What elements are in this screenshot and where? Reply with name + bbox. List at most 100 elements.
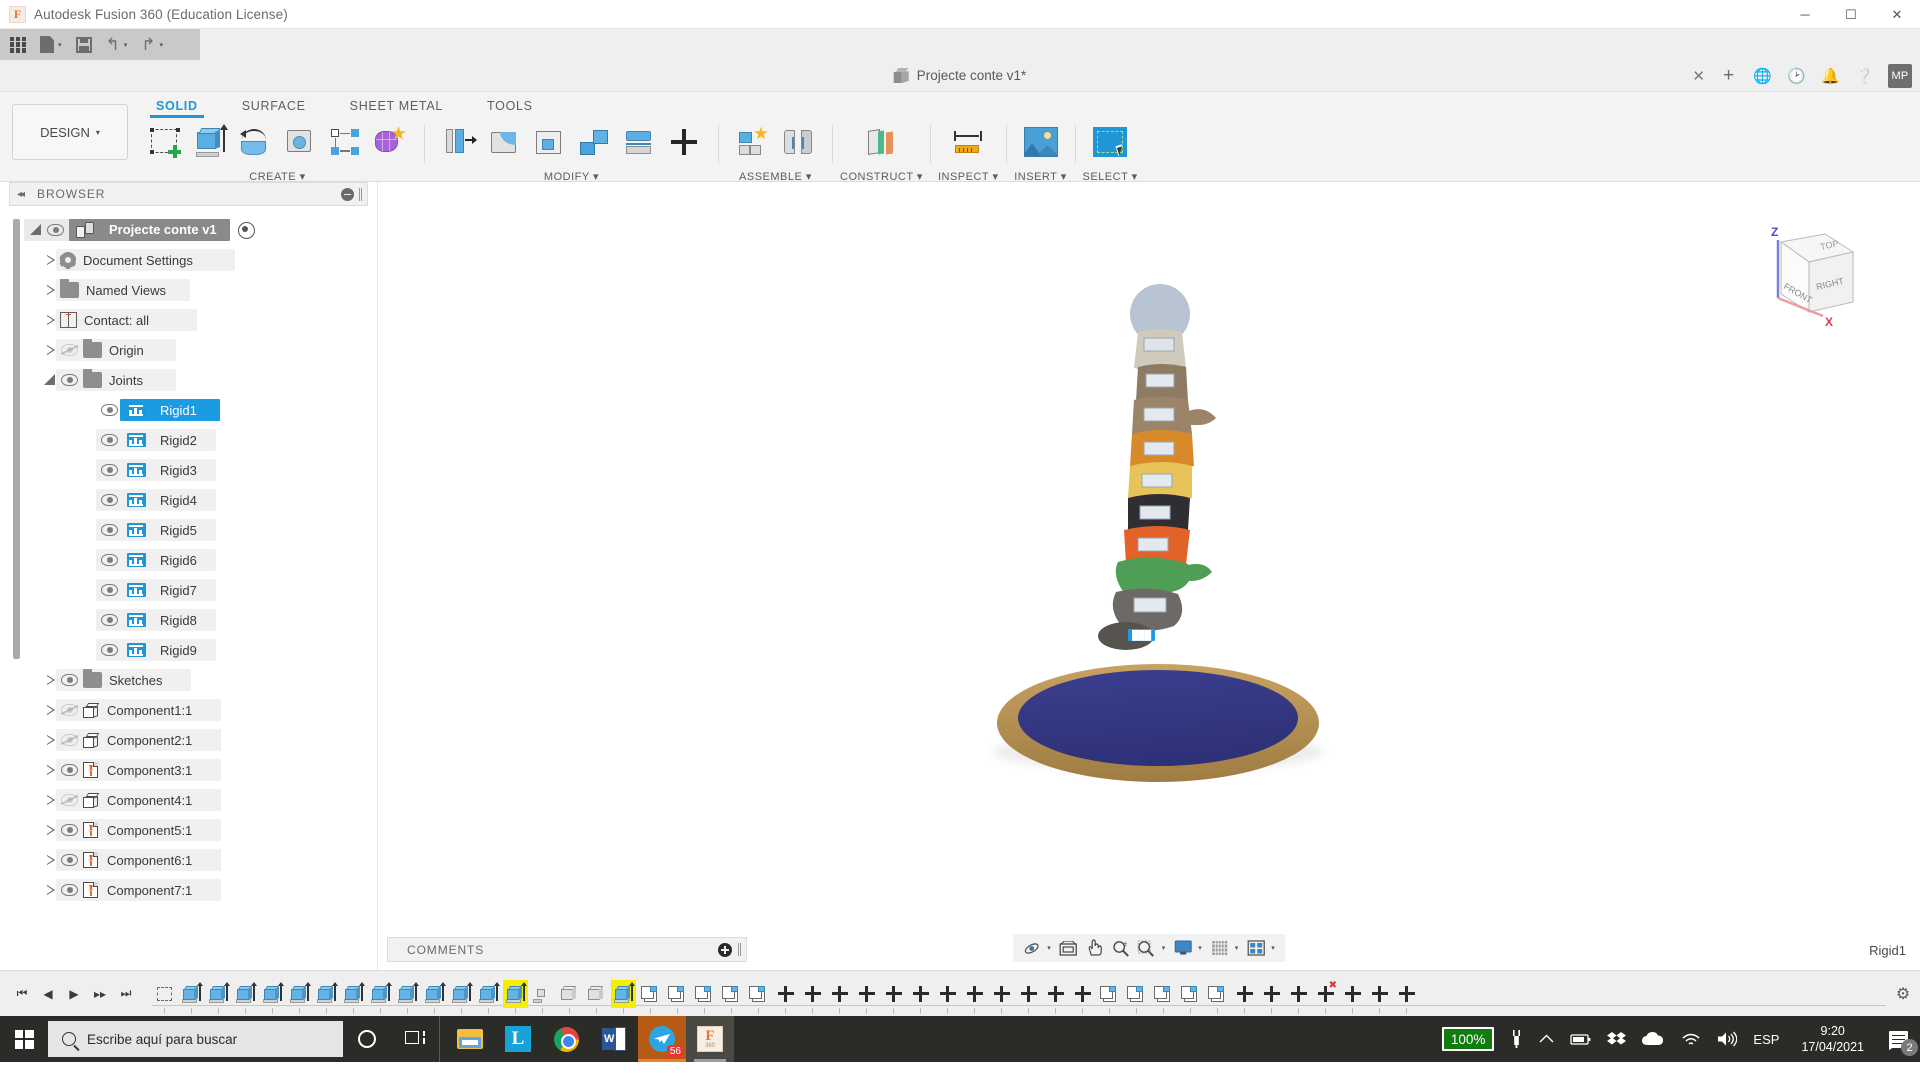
timeline-feature-joint[interactable] [881, 980, 906, 1014]
tree-item-content[interactable]: Rigid8 [123, 611, 211, 630]
plug-icon[interactable] [1502, 1016, 1531, 1062]
timeline-feature-body[interactable] [557, 980, 582, 1014]
timeline-feature-joint[interactable] [989, 980, 1014, 1014]
visibility-eye-icon[interactable] [100, 553, 119, 567]
chevron-down-icon[interactable]: ▾ [1047, 944, 1051, 952]
visibility-eye-icon[interactable] [60, 673, 79, 687]
close-button[interactable]: ✕ [1874, 0, 1920, 29]
visibility-eye-icon[interactable] [100, 583, 119, 597]
tree-item-content[interactable]: Rigid9 [123, 641, 211, 660]
press-pull-button[interactable] [438, 121, 480, 163]
chevron-down-icon[interactable]: ▾ [160, 41, 164, 49]
undo-button[interactable]: ↰ ▾ [106, 36, 128, 53]
visibility-eye-icon[interactable] [46, 223, 65, 237]
tree-item-content[interactable]: Rigid1 [123, 400, 211, 420]
timeline-feature-asm[interactable] [692, 980, 717, 1014]
tree-item-content[interactable]: Rigid5 [123, 521, 211, 540]
sweep-button[interactable] [279, 121, 321, 163]
onedrive-icon[interactable] [1634, 1016, 1673, 1062]
root-component-chip[interactable]: Projecte conte v1 [69, 219, 230, 241]
expand-toggle[interactable] [42, 282, 58, 298]
timeline-first-button[interactable]: ⏮ [12, 984, 32, 1004]
expand-toggle[interactable] [42, 822, 58, 838]
timeline-feature-joint[interactable] [800, 980, 825, 1014]
tree-item-content[interactable]: Component2:1 [83, 732, 192, 748]
visibility-eye-icon[interactable] [100, 403, 119, 417]
taskbar-fusion360[interactable]: F 360 [686, 1016, 734, 1062]
visibility-eye-icon[interactable] [60, 763, 79, 777]
timeline-feature-joint[interactable] [1259, 980, 1284, 1014]
task-view-button[interactable] [391, 1016, 439, 1062]
timeline-play-button[interactable]: ▶ [64, 984, 84, 1004]
timeline-feature-extrude[interactable] [422, 980, 448, 1014]
timeline-feature-asm[interactable] [719, 980, 744, 1014]
new-component-button[interactable] [732, 121, 774, 163]
tree-item-content[interactable]: Rigid6 [123, 551, 211, 570]
taskbar-chrome[interactable] [542, 1016, 590, 1062]
timeline-feature-asm[interactable] [1097, 980, 1122, 1014]
visibility-eye-icon[interactable] [60, 343, 79, 357]
timeline-feature-body[interactable] [584, 980, 609, 1014]
volume-icon[interactable] [1709, 1016, 1745, 1062]
measure-button[interactable] [947, 121, 989, 163]
expand-toggle[interactable] [42, 732, 58, 748]
timeline-feature-asm[interactable] [1151, 980, 1176, 1014]
joint-button[interactable] [777, 121, 819, 163]
timeline-feature-joint[interactable] [1043, 980, 1068, 1014]
tree-item-component4-1[interactable]: Component4:1 [10, 785, 377, 815]
visibility-eye-icon[interactable] [60, 733, 79, 747]
redo-button[interactable]: ↱ ▾ [141, 36, 163, 53]
timeline-next-button[interactable]: ▸▸ [90, 984, 110, 1004]
timeline-feature-joint[interactable] [962, 980, 987, 1014]
visibility-eye-icon[interactable] [100, 523, 119, 537]
visibility-eye-icon[interactable] [60, 373, 79, 387]
tree-item-joints[interactable]: Joints [10, 365, 377, 395]
tree-item-content[interactable]: Origin [83, 339, 144, 358]
visibility-eye-icon[interactable] [60, 703, 79, 717]
timeline-feature-joint[interactable] [1394, 980, 1419, 1014]
tree-item-content[interactable]: Contact: all [60, 312, 149, 328]
viewports-icon[interactable] [1244, 937, 1267, 960]
battery-percent-badge[interactable]: 100% [1434, 1016, 1503, 1062]
chevron-down-icon[interactable]: ▾ [58, 41, 62, 49]
tree-item-component5-1[interactable]: Component5:1 [10, 815, 377, 845]
tree-item-component3-1[interactable]: Component3:1 [10, 755, 377, 785]
timeline-feature-asm[interactable] [1205, 980, 1230, 1014]
workspace-selector[interactable]: DESIGN ▾ [12, 104, 128, 160]
browser-resize-grip[interactable] [359, 187, 362, 201]
clock[interactable]: 9:20 17/04/2021 [1787, 1023, 1876, 1055]
chevron-down-icon[interactable]: ▾ [1162, 944, 1166, 952]
tree-item-rigid5[interactable]: Rigid5 [10, 515, 377, 545]
timeline-feature-extrude[interactable] [260, 980, 286, 1014]
expand-toggle[interactable] [42, 372, 58, 388]
wifi-icon[interactable] [1673, 1016, 1709, 1062]
tree-item-content[interactable]: Component1:1 [83, 702, 192, 718]
timeline-feature-extrude[interactable] [476, 980, 502, 1014]
language-indicator[interactable]: ESP [1745, 1016, 1787, 1062]
comments-panel[interactable]: COMMENTS [387, 937, 747, 962]
create-form-button[interactable] [369, 121, 411, 163]
visibility-eye-icon[interactable] [100, 493, 119, 507]
timeline-feature-joint[interactable] [1367, 980, 1392, 1014]
bell-icon[interactable]: 🔔 [1820, 65, 1841, 86]
minimize-button[interactable]: ─ [1782, 0, 1828, 29]
chevron-up-icon[interactable] [1531, 1016, 1562, 1062]
zoom-icon[interactable]: ± [1109, 937, 1132, 960]
cortana-button[interactable] [343, 1016, 391, 1062]
tree-item-content[interactable]: Named Views [60, 279, 166, 298]
tree-item-content[interactable]: Rigid2 [123, 431, 211, 450]
tree-item-content[interactable]: Rigid3 [123, 461, 211, 480]
timeline-settings-icon[interactable]: ⚙ [1886, 984, 1920, 1004]
fit-icon[interactable] [1135, 937, 1158, 960]
start-button[interactable] [0, 1016, 48, 1062]
timeline-feature-joint[interactable] [854, 980, 879, 1014]
timeline-feature-sketch[interactable] [152, 980, 177, 1014]
grid-snap-icon[interactable] [1208, 937, 1231, 960]
tab-tools[interactable]: TOOLS [465, 99, 555, 113]
tree-item-document-settings[interactable]: Document Settings [10, 245, 377, 275]
display-settings-icon[interactable] [1171, 937, 1194, 960]
avatar[interactable]: MP [1888, 63, 1912, 88]
browser-minimize-icon[interactable] [341, 187, 354, 201]
canvas-3d-viewport[interactable]: ███ TOP FRONT RIGHT Z X COMMENTS ▾ ± ▾ ▾… [378, 182, 1920, 970]
close-tab-icon[interactable]: ✕ [1692, 67, 1705, 85]
